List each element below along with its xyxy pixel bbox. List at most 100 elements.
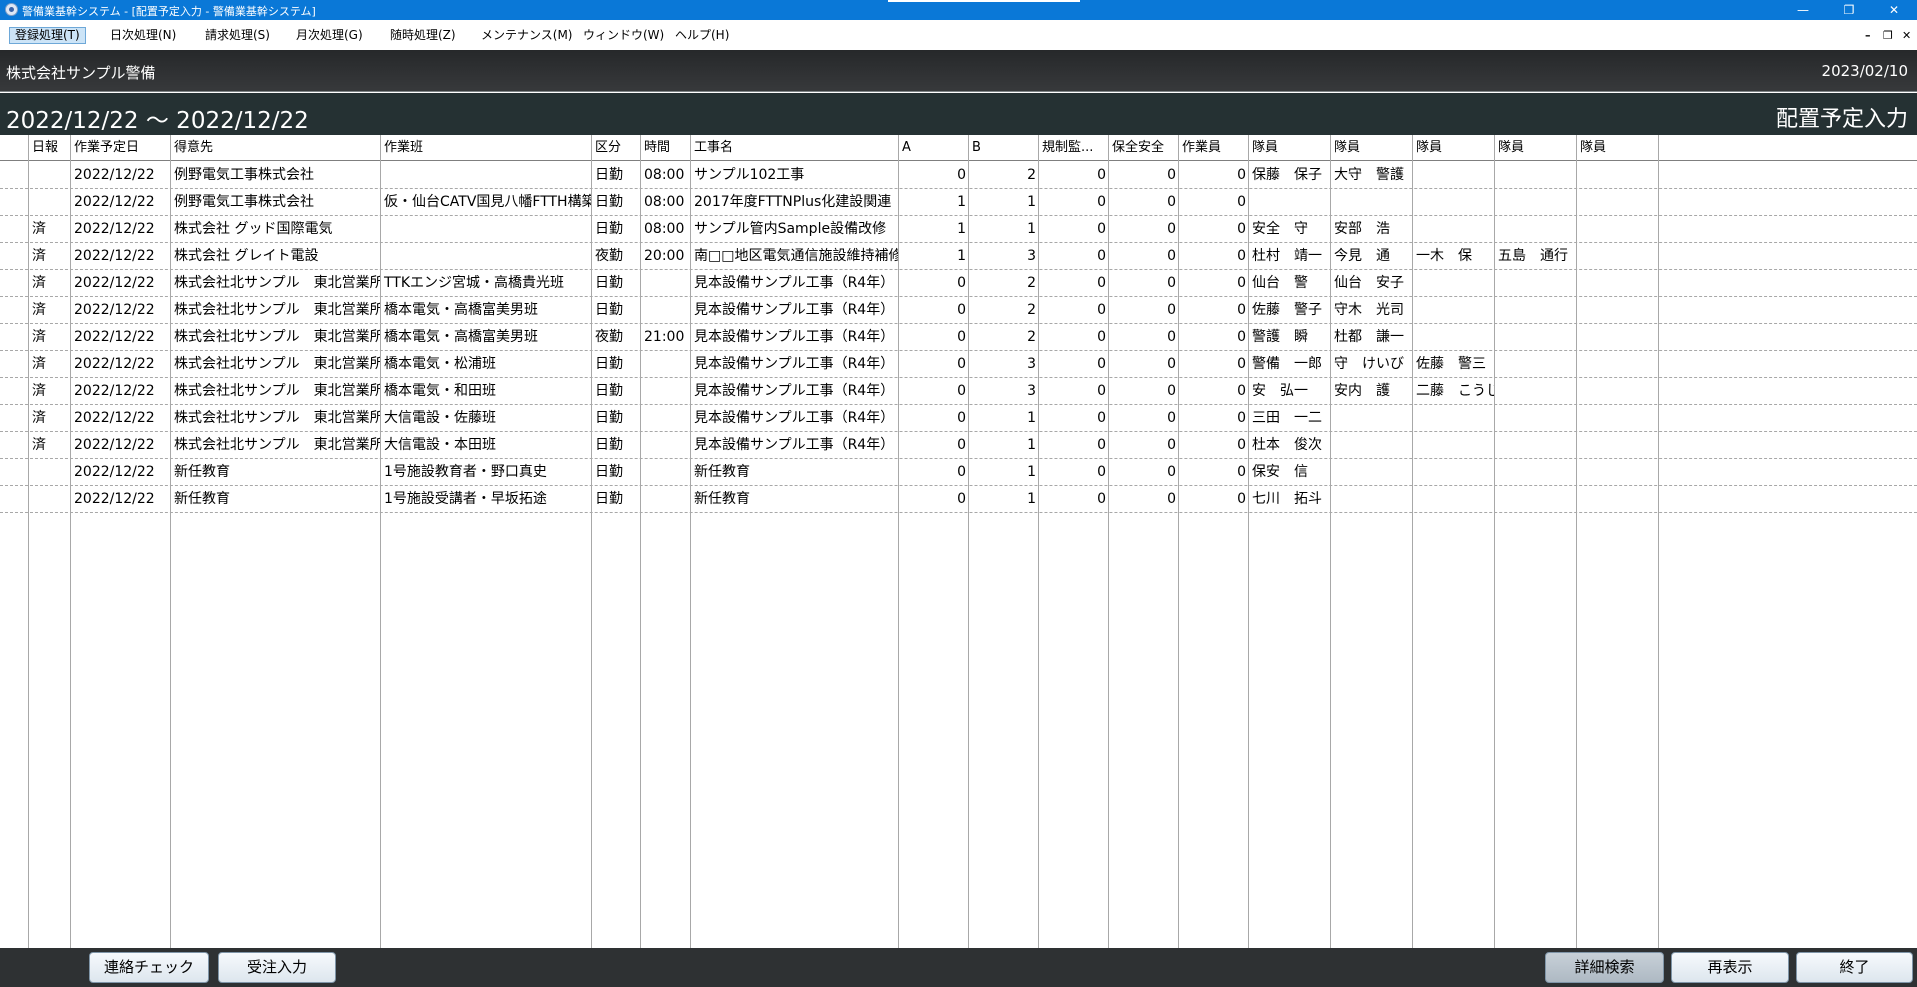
cell-project-name[interactable]: 見本設備サンプル工事（R4年） (691, 297, 899, 324)
cell-work-team[interactable] (381, 162, 592, 189)
cell-guard-4[interactable] (1495, 189, 1577, 216)
column-header-guard-3[interactable]: 隊員 (1413, 135, 1495, 161)
table-row[interactable]: 済 2022/12/22 株式会社北サンプル 東北営業所 橋本電気・高橋富美男班 日勤 見… (0, 297, 1917, 324)
cell-guard-3[interactable]: 一木 保 (1413, 243, 1495, 270)
cell-start-time[interactable]: 08:00 (641, 162, 691, 189)
cell-guard-1[interactable]: 警護 瞬 (1249, 324, 1331, 351)
cell-report-status[interactable]: 済 (29, 432, 71, 459)
cell-work-team[interactable] (381, 216, 592, 243)
cell-guard-4[interactable] (1495, 405, 1577, 432)
table-row[interactable]: 済 2022/12/22 株式会社北サンプル 東北営業所 橋本電気・松浦班 日勤 見本設備… (0, 351, 1917, 378)
cell-start-time[interactable]: 08:00 (641, 216, 691, 243)
cell-row-selector[interactable] (0, 162, 29, 189)
cell-worker-count[interactable]: 0 (1179, 162, 1249, 189)
table-row[interactable]: 済 2022/12/22 株式会社 グレイト電設 夜勤 20:00 南□□地区電気通信施設… (0, 243, 1917, 270)
cell-report-status[interactable]: 済 (29, 270, 71, 297)
cell-work-team[interactable]: 大信電設・本田班 (381, 432, 592, 459)
table-row[interactable]: 済 2022/12/22 株式会社北サンプル 東北営業所 TTKエンジ宮城・高橋貴光班… (0, 270, 1917, 297)
menu-help[interactable]: ヘルプ(H) (670, 27, 734, 44)
cell-guard-4[interactable] (1495, 324, 1577, 351)
cell-guard-3[interactable] (1413, 459, 1495, 486)
cell-guard-1[interactable]: 仙台 警 (1249, 270, 1331, 297)
cell-guard-2[interactable] (1331, 189, 1413, 216)
cell-worker-count[interactable]: 0 (1179, 486, 1249, 513)
cell-project-name[interactable]: サンプル102工事 (691, 162, 899, 189)
cell-count-a[interactable]: 0 (899, 351, 969, 378)
cell-project-name[interactable]: 見本設備サンプル工事（R4年） (691, 270, 899, 297)
cell-count-a[interactable]: 0 (899, 297, 969, 324)
cell-guard-2[interactable] (1331, 432, 1413, 459)
cell-customer[interactable]: 株式会社北サンプル 東北営業所 (171, 432, 381, 459)
cell-row-selector[interactable] (0, 270, 29, 297)
cell-safety[interactable]: 0 (1109, 216, 1179, 243)
cell-project-name[interactable]: 見本設備サンプル工事（R4年） (691, 351, 899, 378)
cell-guard-2[interactable]: 安部 浩 (1331, 216, 1413, 243)
cell-customer[interactable]: 株式会社北サンプル 東北営業所 (171, 324, 381, 351)
cell-guard-2[interactable] (1331, 459, 1413, 486)
cell-shift-type[interactable]: 日勤 (592, 270, 641, 297)
cell-row-selector[interactable] (0, 189, 29, 216)
cell-count-b[interactable]: 3 (969, 351, 1039, 378)
cell-shift-type[interactable]: 日勤 (592, 486, 641, 513)
cell-scheduled-date[interactable]: 2022/12/22 (71, 189, 171, 216)
cell-project-name[interactable]: 南□□地区電気通信施設維持補修 (691, 243, 899, 270)
cell-start-time[interactable] (641, 405, 691, 432)
cell-guard-2[interactable]: 守 けいび (1331, 351, 1413, 378)
cell-count-b[interactable]: 1 (969, 189, 1039, 216)
column-header-guard-1[interactable]: 隊員 (1249, 135, 1331, 161)
column-header-worker-count[interactable]: 作業員 (1179, 135, 1249, 161)
cell-traffic-control[interactable]: 0 (1039, 297, 1109, 324)
cell-count-b[interactable]: 2 (969, 270, 1039, 297)
cell-count-b[interactable]: 1 (969, 405, 1039, 432)
cell-start-time[interactable] (641, 459, 691, 486)
cell-count-a[interactable]: 0 (899, 378, 969, 405)
cell-shift-type[interactable]: 日勤 (592, 351, 641, 378)
cell-worker-count[interactable]: 0 (1179, 270, 1249, 297)
cell-guard-3[interactable] (1413, 486, 1495, 513)
cell-row-selector[interactable] (0, 351, 29, 378)
cell-count-a[interactable]: 0 (899, 270, 969, 297)
menu-register[interactable]: 登録処理(T) (9, 27, 86, 44)
cell-guard-3[interactable] (1413, 216, 1495, 243)
cell-guard-3[interactable] (1413, 324, 1495, 351)
cell-guard-1[interactable]: 三田 一二 (1249, 405, 1331, 432)
maximize-icon[interactable]: ❐ (1826, 0, 1872, 20)
cell-guard-1[interactable]: 保藤 保子 (1249, 162, 1331, 189)
cell-safety[interactable]: 0 (1109, 351, 1179, 378)
cell-guard-5[interactable] (1577, 270, 1659, 297)
table-row[interactable]: 2022/12/22 新任教育 1号施設受講者・早坂拓途 日勤 新任教育 0 1 0 0 0 七川 … (0, 486, 1917, 513)
cell-work-team[interactable]: 仮・仙台CATV国見八幡FTTH構築工事 (381, 189, 592, 216)
cell-count-a[interactable]: 0 (899, 324, 969, 351)
column-header-customer[interactable]: 得意先 (171, 135, 381, 161)
cell-guard-5[interactable] (1577, 486, 1659, 513)
cell-row-selector[interactable] (0, 216, 29, 243)
cell-customer[interactable]: 株式会社北サンプル 東北営業所 (171, 378, 381, 405)
cell-count-b[interactable]: 1 (969, 216, 1039, 243)
cell-customer[interactable]: 株式会社北サンプル 東北営業所 (171, 351, 381, 378)
cell-traffic-control[interactable]: 0 (1039, 270, 1109, 297)
cell-start-time[interactable] (641, 297, 691, 324)
cell-guard-4[interactable] (1495, 486, 1577, 513)
cell-worker-count[interactable]: 0 (1179, 459, 1249, 486)
cell-traffic-control[interactable]: 0 (1039, 216, 1109, 243)
menu-monthly[interactable]: 月次処理(G) (291, 27, 368, 44)
cell-scheduled-date[interactable]: 2022/12/22 (71, 270, 171, 297)
cell-start-time[interactable] (641, 378, 691, 405)
cell-guard-1[interactable]: 保安 信 (1249, 459, 1331, 486)
cell-guard-5[interactable] (1577, 162, 1659, 189)
cell-guard-1[interactable]: 杜本 俊次 (1249, 432, 1331, 459)
detail-search-button[interactable]: 詳細検索 (1545, 952, 1664, 983)
cell-report-status[interactable]: 済 (29, 297, 71, 324)
cell-customer[interactable]: 株式会社北サンプル 東北営業所 (171, 405, 381, 432)
cell-customer[interactable]: 株式会社 グレイト電設 (171, 243, 381, 270)
cell-guard-2[interactable]: 大守 警護 (1331, 162, 1413, 189)
cell-scheduled-date[interactable]: 2022/12/22 (71, 243, 171, 270)
cell-report-status[interactable]: 済 (29, 243, 71, 270)
column-header-project-name[interactable]: 工事名 (691, 135, 899, 161)
column-header-traffic-control[interactable]: 規制監... (1039, 135, 1109, 161)
cell-work-team[interactable]: 橋本電気・和田班 (381, 378, 592, 405)
table-row[interactable]: 2022/12/22 例野電気工事株式会社 日勤 08:00 サンプル102工事 0 2 0 0… (0, 162, 1917, 189)
cell-guard-5[interactable] (1577, 216, 1659, 243)
cell-guard-1[interactable]: 七川 拓斗 (1249, 486, 1331, 513)
cell-traffic-control[interactable]: 0 (1039, 405, 1109, 432)
